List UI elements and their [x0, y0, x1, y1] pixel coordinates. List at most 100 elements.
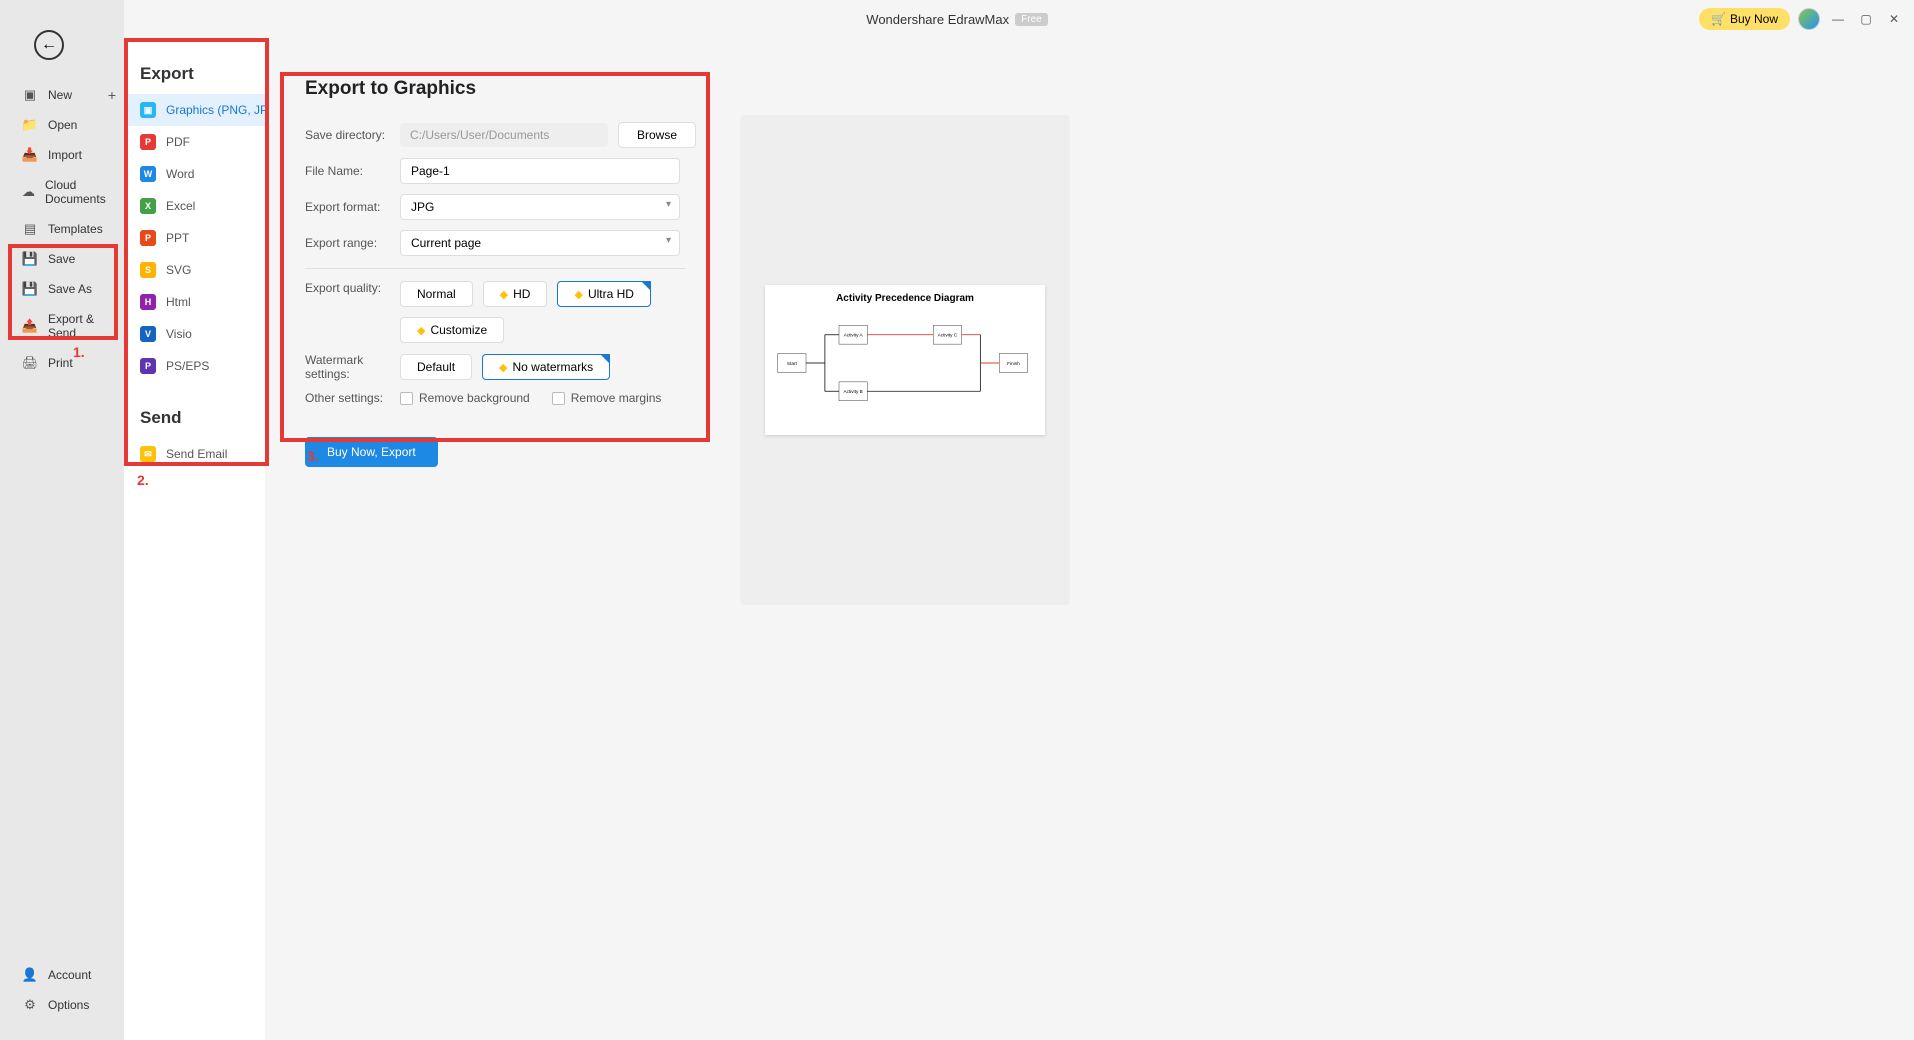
browse-button[interactable]: Browse: [618, 122, 696, 148]
avatar[interactable]: [1798, 8, 1820, 30]
svg-text:Activity B: Activity B: [843, 389, 862, 394]
quality-hd-button[interactable]: ◆ HD: [483, 281, 548, 307]
options-label: Options: [48, 998, 89, 1012]
export-format-select[interactable]: JPG: [400, 194, 680, 220]
export-item-graphics[interactable]: ▣ Graphics (PNG, JPG e...: [124, 94, 265, 126]
quality-normal-button[interactable]: Normal: [400, 281, 473, 307]
titlebar: Wondershare EdrawMax Free 🛒 Buy Now — ▢ …: [0, 0, 1914, 38]
sidebar-item-account[interactable]: 👤 Account: [0, 960, 124, 990]
templates-icon: ▤: [22, 222, 38, 236]
sidebar-item-options[interactable]: ⚙ Options: [0, 990, 124, 1020]
annotation-label-1: 1.: [73, 344, 85, 360]
pdf-label: PDF: [166, 135, 190, 149]
label-file-name: File Name:: [305, 164, 400, 178]
html-label: Html: [166, 295, 191, 309]
svg-text:Finish: Finish: [1007, 361, 1020, 366]
file-name-input[interactable]: [400, 158, 680, 184]
export-icon: 📤: [22, 319, 38, 333]
checkbox-remove-margins[interactable]: Remove margins: [552, 391, 662, 405]
pseps-label: PS/EPS: [166, 359, 209, 373]
annotation-label-3: 3.: [307, 448, 319, 464]
svg-label: SVG: [166, 263, 191, 277]
svg-text:Start: Start: [787, 361, 798, 366]
print-label: Print: [48, 356, 73, 370]
hd-label: HD: [513, 287, 530, 301]
annotation-label-2: 2.: [137, 472, 149, 488]
close-button[interactable]: ✕: [1884, 9, 1904, 29]
quality-customize-button[interactable]: ◆Customize: [400, 317, 504, 343]
minimize-button[interactable]: —: [1828, 9, 1848, 29]
diamond-icon: ◆: [499, 361, 507, 374]
label-export-range: Export range:: [305, 236, 400, 250]
export-form-panel: Export to Graphics Save directory: Brows…: [265, 38, 1914, 1040]
sidebar-item-open[interactable]: 📁 Open: [0, 110, 124, 140]
word-label: Word: [166, 167, 194, 181]
visio-label: Visio: [166, 327, 192, 341]
account-icon: 👤: [22, 968, 38, 982]
label-save-dir: Save directory:: [305, 128, 400, 142]
import-icon: 📥: [22, 148, 38, 162]
sidebar-item-new[interactable]: ▣ New +: [0, 80, 124, 110]
import-label: Import: [48, 148, 82, 162]
graphics-label: Graphics (PNG, JPG e...: [166, 103, 265, 117]
save-as-icon: 💾: [22, 282, 38, 296]
send-heading: Send: [124, 402, 265, 438]
checkbox-remove-bg[interactable]: Remove background: [400, 391, 530, 405]
email-icon: ✉: [140, 446, 156, 462]
divider: [305, 268, 685, 269]
export-button[interactable]: Buy Now, Export: [305, 437, 438, 467]
svg-text:Activity C: Activity C: [938, 333, 958, 338]
label-export-format: Export format:: [305, 200, 400, 214]
sidebar-item-cloud[interactable]: ☁ Cloud Documents: [0, 170, 124, 214]
export-item-send-email[interactable]: ✉ Send Email: [124, 438, 265, 470]
remove-bg-label: Remove background: [419, 391, 530, 405]
file-menu-sidebar: ← ▣ New + 📁 Open 📥 Import ☁ Cloud Docume…: [0, 0, 124, 1040]
sidebar-item-templates[interactable]: ▤ Templates: [0, 214, 124, 244]
save-icon: 💾: [22, 252, 38, 266]
watermark-none-button[interactable]: ◆No watermarks: [482, 354, 610, 380]
plus-square-icon: ▣: [22, 88, 38, 102]
graphics-icon: ▣: [140, 102, 156, 118]
checkbox-box: [552, 392, 565, 405]
ultrahd-label: Ultra HD: [588, 287, 634, 301]
preview-pane: Activity Precedence Diagram Start Activi…: [740, 115, 1070, 605]
label-watermark: Watermark settings:: [305, 353, 400, 381]
excel-label: Excel: [166, 199, 195, 213]
save-label: Save: [48, 252, 75, 266]
ppt-icon: P: [140, 230, 156, 246]
plus-icon: +: [108, 87, 116, 103]
export-item-pdf[interactable]: P PDF: [124, 126, 265, 158]
sidebar-item-export-send[interactable]: 📤 Export & Send: [0, 304, 124, 348]
buy-now-button[interactable]: 🛒 Buy Now: [1699, 8, 1790, 30]
sidebar-item-save-as[interactable]: 💾 Save As: [0, 274, 124, 304]
buy-now-label: Buy Now: [1730, 12, 1778, 26]
remove-margins-label: Remove margins: [571, 391, 662, 405]
sidebar-item-save[interactable]: 💾 Save: [0, 244, 124, 274]
export-item-html[interactable]: H Html: [124, 286, 265, 318]
svg-text:Activity A: Activity A: [844, 333, 864, 338]
back-button[interactable]: ←: [34, 30, 64, 60]
export-title: Export to Graphics: [305, 78, 1874, 100]
cloud-icon: ☁: [22, 185, 35, 199]
excel-icon: X: [140, 198, 156, 214]
export-format-column: Export ▣ Graphics (PNG, JPG e... P PDF W…: [124, 38, 265, 1040]
sidebar-item-print[interactable]: 🖨 Print: [0, 348, 124, 378]
html-icon: H: [140, 294, 156, 310]
checkbox-box: [400, 392, 413, 405]
svg-icon: S: [140, 262, 156, 278]
export-item-svg[interactable]: S SVG: [124, 254, 265, 286]
export-item-pseps[interactable]: P PS/EPS: [124, 350, 265, 382]
preview-title: Activity Precedence Diagram: [773, 293, 1037, 304]
quality-ultrahd-button[interactable]: ◆Ultra HD: [557, 281, 650, 307]
export-send-label: Export & Send: [48, 312, 114, 340]
export-item-word[interactable]: W Word: [124, 158, 265, 190]
sidebar-item-import[interactable]: 📥 Import: [0, 140, 124, 170]
export-range-select[interactable]: Current page: [400, 230, 680, 256]
export-item-excel[interactable]: X Excel: [124, 190, 265, 222]
save-dir-input[interactable]: [400, 123, 608, 147]
export-item-visio[interactable]: V Visio: [124, 318, 265, 350]
maximize-button[interactable]: ▢: [1856, 9, 1876, 29]
watermark-default-button[interactable]: Default: [400, 354, 472, 380]
diamond-icon: ◆: [500, 288, 508, 301]
export-item-ppt[interactable]: P PPT: [124, 222, 265, 254]
